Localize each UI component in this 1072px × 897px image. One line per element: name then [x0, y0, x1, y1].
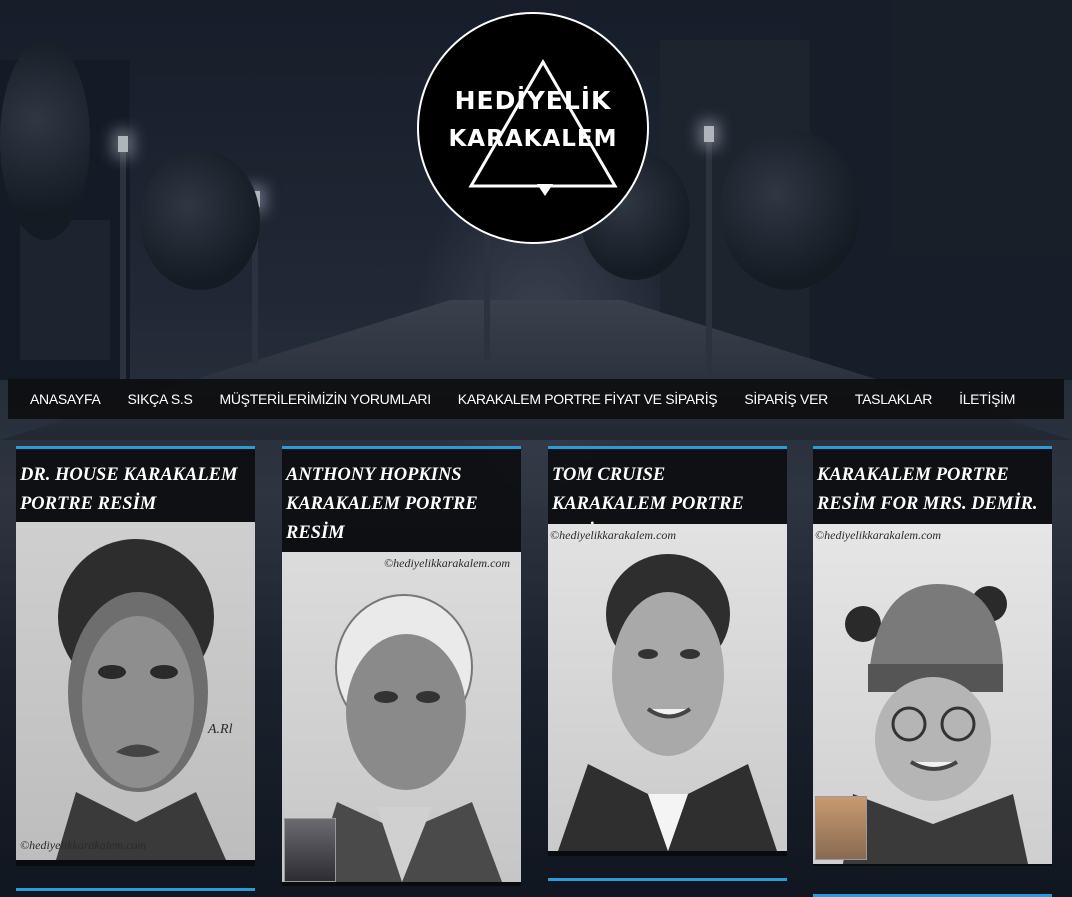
- nav-item-iletisim[interactable]: İLETİŞİM: [959, 391, 1015, 407]
- main-navigation: ANASAYFA SIKÇA S.S MÜŞTERİLERİMİZİN YORU…: [8, 379, 1064, 419]
- portrait-drawing-icon: [56, 539, 226, 860]
- portrait-image[interactable]: ©hediyelikkarakalem.com: [282, 552, 521, 882]
- portrait-watermark: ©hediyelikkarakalem.com: [550, 528, 677, 542]
- nav-item-yorumlar[interactable]: MÜŞTERİLERİMİZİN YORUMLARI: [219, 391, 431, 407]
- post-title[interactable]: ANTHONY HOPKINS KARAKALEM PORTRE RESİM: [282, 449, 521, 548]
- nav-item-siparis-ver[interactable]: SİPARİŞ VER: [744, 391, 828, 407]
- nav-item-sikca-ss[interactable]: SIKÇA S.S: [127, 391, 192, 407]
- portrait-watermark: ©hediyelikkarakalem.com: [384, 556, 511, 570]
- post-card: ANTHONY HOPKINS KARAKALEM PORTRE RESİM ©…: [282, 446, 521, 886]
- portrait-image[interactable]: A.Rl ©hediyelikkarakalem.com: [16, 522, 255, 860]
- thumbnail-photo[interactable]: [815, 796, 867, 860]
- card-divider: [16, 888, 255, 891]
- nav-item-taslaklar[interactable]: TASLAKLAR: [855, 391, 932, 407]
- logo-line-2: KARAKALEM: [448, 126, 618, 152]
- portrait-image[interactable]: ©hediyelikkarakalem.com: [813, 524, 1052, 864]
- portrait-image[interactable]: ©hediyelikkarakalem.com: [548, 524, 787, 851]
- portrait-watermark: ©hediyelikkarakalem.com: [815, 528, 942, 542]
- nav-item-anasayfa[interactable]: ANASAYFA: [30, 391, 101, 407]
- portrait-drawing-icon: [558, 554, 777, 851]
- thumbnail-photo[interactable]: [284, 818, 336, 882]
- post-card: TOM CRUISE KARAKALEM PORTRE RESİM ©hediy…: [548, 446, 787, 856]
- logo-line-1: HEDİYELİK: [454, 86, 612, 115]
- portrait-signature: A.Rl: [208, 722, 233, 737]
- portrait-watermark: ©hediyelikkarakalem.com: [20, 838, 147, 852]
- card-divider: [548, 878, 787, 881]
- post-card: KARAKALEM PORTRE RESİM FOR MRS. DEMİR. ©…: [813, 446, 1052, 866]
- nav-item-fiyat-siparis[interactable]: KARAKALEM PORTRE FİYAT VE SİPARİŞ: [458, 391, 718, 407]
- post-card: DR. HOUSE KARAKALEM PORTRE RESİM A.Rl ©h…: [16, 446, 255, 866]
- site-logo[interactable]: HEDİYELİK KARAKALEM: [417, 12, 649, 244]
- post-title[interactable]: DR. HOUSE KARAKALEM PORTRE RESİM: [16, 449, 255, 519]
- post-title[interactable]: KARAKALEM PORTRE RESİM FOR MRS. DEMİR.: [813, 449, 1052, 519]
